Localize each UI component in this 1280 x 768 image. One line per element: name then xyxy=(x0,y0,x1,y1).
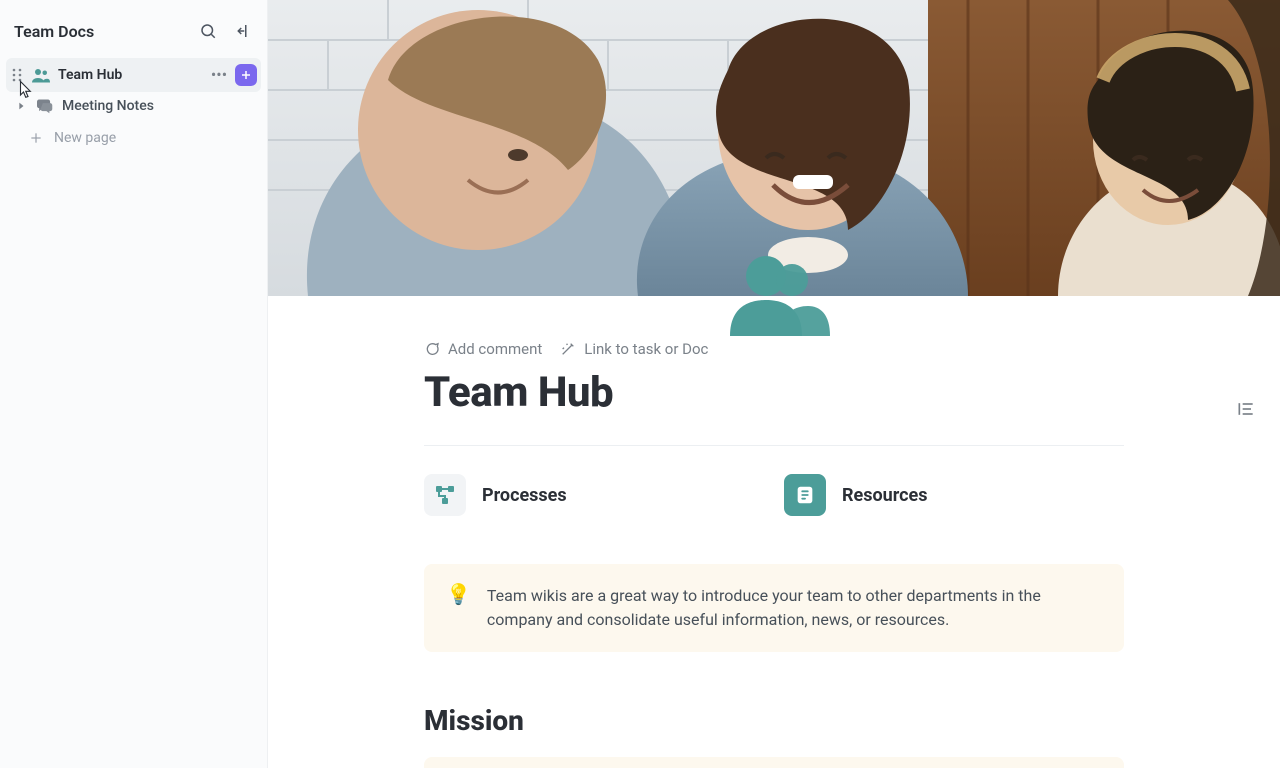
page-title[interactable]: Team Hub xyxy=(424,368,1124,417)
sidebar-header: Team Docs xyxy=(0,10,267,58)
callout-text: Team wikis are a great way to introduce … xyxy=(487,584,1102,632)
card-label: Processes xyxy=(482,485,567,506)
callout-tip: 💡 Team wikis are a great way to introduc… xyxy=(424,564,1124,652)
more-icon[interactable]: ••• xyxy=(209,67,229,83)
search-icon[interactable] xyxy=(197,20,219,42)
people-icon xyxy=(32,67,50,83)
sidebar-item-label: Meeting Notes xyxy=(62,98,257,114)
chevron-right-icon[interactable] xyxy=(14,101,28,111)
sidebar-item-team-hub[interactable]: Team Hub ••• xyxy=(6,58,261,92)
main-content: Add comment Link to task or Doc Team Hub… xyxy=(268,0,1280,768)
sidebar-item-label: Team Hub xyxy=(58,67,201,83)
add-comment-button[interactable]: Add comment xyxy=(424,340,542,358)
lightbulb-icon: 💡 xyxy=(446,584,471,632)
page-toolbar: Add comment Link to task or Doc xyxy=(424,340,1124,358)
drag-handle-icon[interactable] xyxy=(10,68,24,82)
plus-icon xyxy=(28,130,44,146)
outline-toggle-icon[interactable] xyxy=(1236,400,1256,422)
sidebar-item-meeting-notes[interactable]: Meeting Notes xyxy=(0,92,267,120)
new-page-label: New page xyxy=(54,130,116,146)
add-page-button[interactable] xyxy=(235,64,257,86)
collapse-sidebar-icon[interactable] xyxy=(231,20,253,42)
link-task-label: Link to task or Doc xyxy=(584,340,708,358)
workspace-title: Team Docs xyxy=(14,22,94,41)
chat-icon xyxy=(36,98,54,114)
resources-icon xyxy=(784,474,826,516)
callout-mission: 💡 Share your team's mission to everybody… xyxy=(424,757,1124,768)
add-comment-label: Add comment xyxy=(448,340,542,358)
wand-icon xyxy=(560,341,576,357)
card-label: Resources xyxy=(842,485,928,506)
link-task-button[interactable]: Link to task or Doc xyxy=(560,340,708,358)
new-page-button[interactable]: New page xyxy=(0,120,267,156)
processes-icon xyxy=(424,474,466,516)
divider xyxy=(424,445,1124,446)
card-processes[interactable]: Processes xyxy=(424,474,744,516)
card-resources[interactable]: Resources xyxy=(784,474,1104,516)
heading-mission[interactable]: Mission xyxy=(424,704,1124,737)
sidebar: Team Docs Team Hub ••• xyxy=(0,0,268,768)
comment-icon xyxy=(424,341,440,357)
